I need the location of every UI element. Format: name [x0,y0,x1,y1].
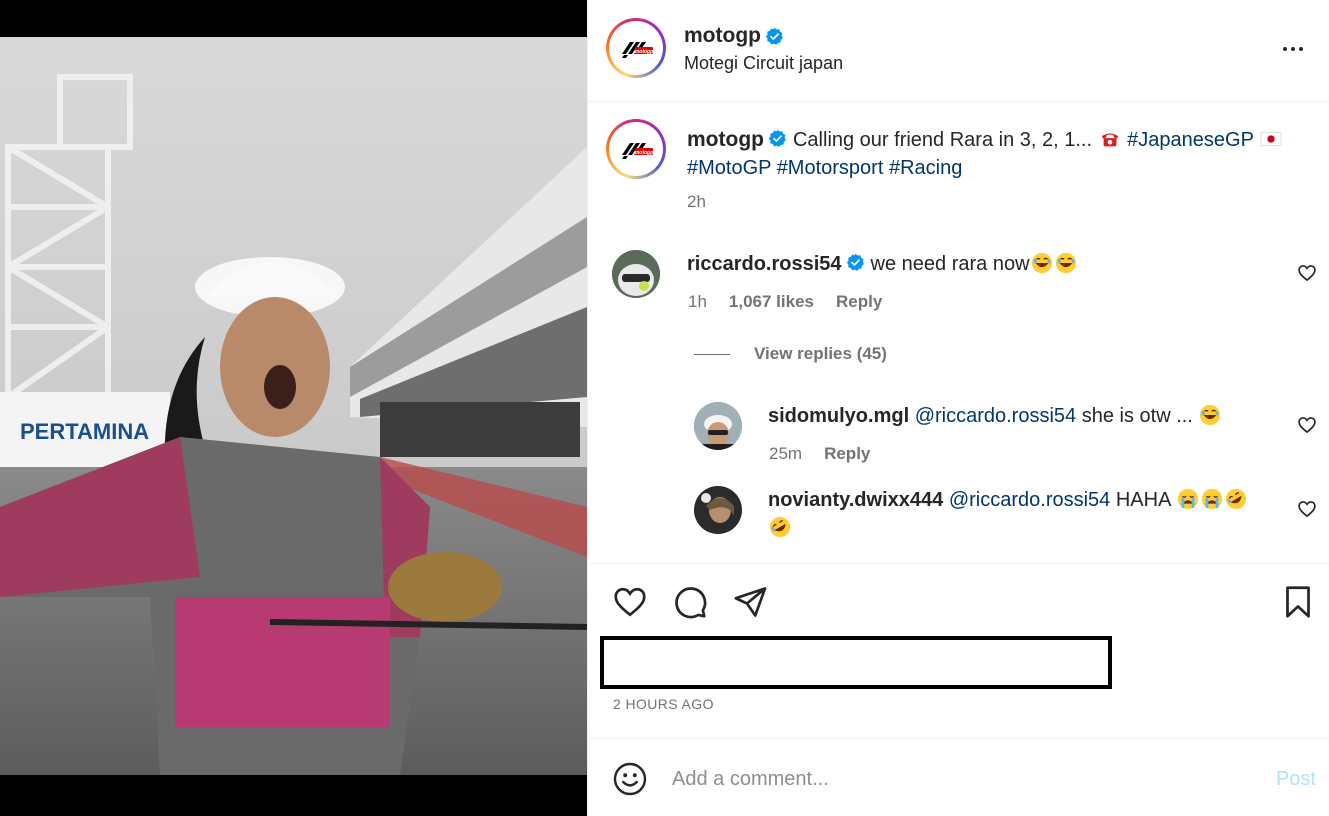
rofl-emoji [1225,488,1246,510]
heart-icon[interactable] [612,584,648,620]
comment-time[interactable]: 1h [688,292,707,312]
svg-text:motogp: motogp [635,150,653,156]
japan-flag-emoji [1260,132,1282,146]
comment-input[interactable] [672,761,1232,797]
svg-text:PERTAMINA: PERTAMINA [20,419,149,444]
verified-badge-icon [846,253,864,271]
hashtag-link[interactable]: #MotoGP [687,157,771,179]
telephone-emoji [1101,133,1118,147]
post-comment-button[interactable]: Post [1276,768,1316,791]
motogp-logo-icon: motogp [622,42,653,58]
comment-text: we need rara now [870,253,1030,275]
reply-avatar[interactable] [694,402,742,450]
likes-redaction-box [600,636,1112,689]
hashtag-link[interactable]: #JapaneseGP [1127,129,1253,151]
avatar-image [612,250,660,298]
actions-divider [588,563,1329,564]
heart-icon[interactable] [1297,263,1317,283]
svg-text:motogp: motogp [635,49,653,55]
more-icon-dot [1291,47,1295,51]
heart-icon[interactable] [1297,415,1317,435]
post-caption: motogp Calling our friend Rara in 3, 2, … [687,126,1297,182]
reply-body: novianty.dwixx444 @riccardo.rossi54 HAHA [768,486,1278,542]
emoji-icon[interactable] [612,761,648,797]
reply-body: sidomulyo.mgl @riccardo.rossi54 she is o… [768,402,1278,430]
caption-username[interactable]: motogp [687,128,764,151]
verified-badge-icon [768,129,786,147]
comment-username[interactable]: riccardo.rossi54 [687,253,842,275]
avatar-image [694,486,742,534]
commenter-avatar[interactable] [612,250,660,298]
more-icon-dot [1283,47,1287,51]
reply-text: she is otw ... [1076,405,1199,427]
author-avatar[interactable]: motogp [606,18,666,78]
photo-illustration: PERTAMINA [0,37,587,775]
crying-emoji [1177,488,1198,510]
reply-text: HAHA [1110,489,1176,511]
crying-emoji [1201,488,1222,510]
view-replies-divider [694,353,730,355]
more-icon-dot [1299,47,1303,51]
reply-button[interactable]: Reply [836,292,882,312]
reply-mention[interactable]: @riccardo.rossi54 [949,489,1110,511]
hashtag-link[interactable]: #Motorsport [777,157,884,179]
comment-icon[interactable] [672,584,708,620]
reply-time[interactable]: 25m [769,444,802,464]
laughing-emoji [1200,404,1221,426]
reply-button[interactable]: Reply [824,444,870,464]
reply-username[interactable]: sidomulyo.mgl [768,405,909,427]
hashtag-link[interactable]: #Racing [889,157,962,179]
post-header: motogp motogp Motegi Circuit japan [588,0,1329,102]
post-date[interactable]: 2 HOURS AGO [613,696,714,712]
laughing-emoji [1055,252,1076,274]
post-media[interactable]: PERTAMINA [0,0,587,816]
heart-icon[interactable] [1297,499,1317,519]
verified-badge-icon [765,27,783,45]
more-options-button[interactable] [1278,34,1308,64]
post-photo[interactable]: PERTAMINA [0,37,587,775]
reply-mention[interactable]: @riccardo.rossi54 [915,405,1076,427]
view-replies-button[interactable]: View replies (45) [694,344,887,364]
reply-username[interactable]: novianty.dwixx444 [768,489,943,511]
author-username[interactable]: motogp [684,24,761,48]
rofl-emoji [769,516,791,538]
laughing-emoji [1031,252,1052,274]
add-comment-bar: Post [588,738,1329,816]
view-replies-label: View replies (45) [754,344,887,363]
reply-meta: 25m Reply [769,444,870,464]
caption-author-avatar[interactable]: motogp [606,119,666,179]
avatar-image [694,402,742,450]
comment-likes[interactable]: 1,067 likes [729,292,814,312]
motogp-logo-icon: motogp [622,143,653,159]
comment-meta: 1h 1,067 likes Reply [688,292,882,312]
bookmark-icon[interactable] [1280,584,1316,620]
post-location[interactable]: Motegi Circuit japan [684,53,843,74]
share-icon[interactable] [732,584,768,620]
author-username-row: motogp [684,24,784,48]
comment-body: riccardo.rossi54 we need rara now [687,250,1277,278]
reply-avatar[interactable] [694,486,742,534]
caption-timestamp[interactable]: 2h [687,192,706,212]
caption-text: Calling our friend Rara in 3, 2, 1... [792,129,1098,151]
post-details-panel: motogp motogp Motegi Circuit japan motog… [587,0,1329,816]
